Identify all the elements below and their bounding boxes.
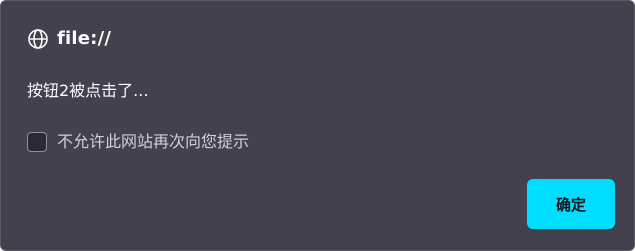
suppress-prompts-label[interactable]: 不允许此网站再次向您提示 xyxy=(57,130,249,154)
dialog-title: file:// xyxy=(57,28,112,49)
suppress-prompts-checkbox[interactable] xyxy=(27,132,47,152)
ok-button[interactable]: 确定 xyxy=(527,179,615,229)
globe-icon xyxy=(27,28,49,50)
alert-dialog: file:// 按钮2被点击了... 不允许此网站再次向您提示 确定 xyxy=(0,0,635,251)
dialog-header: file:// xyxy=(27,27,111,51)
suppress-prompts-row[interactable]: 不允许此网站再次向您提示 xyxy=(27,130,249,154)
dialog-message: 按钮2被点击了... xyxy=(27,81,149,100)
